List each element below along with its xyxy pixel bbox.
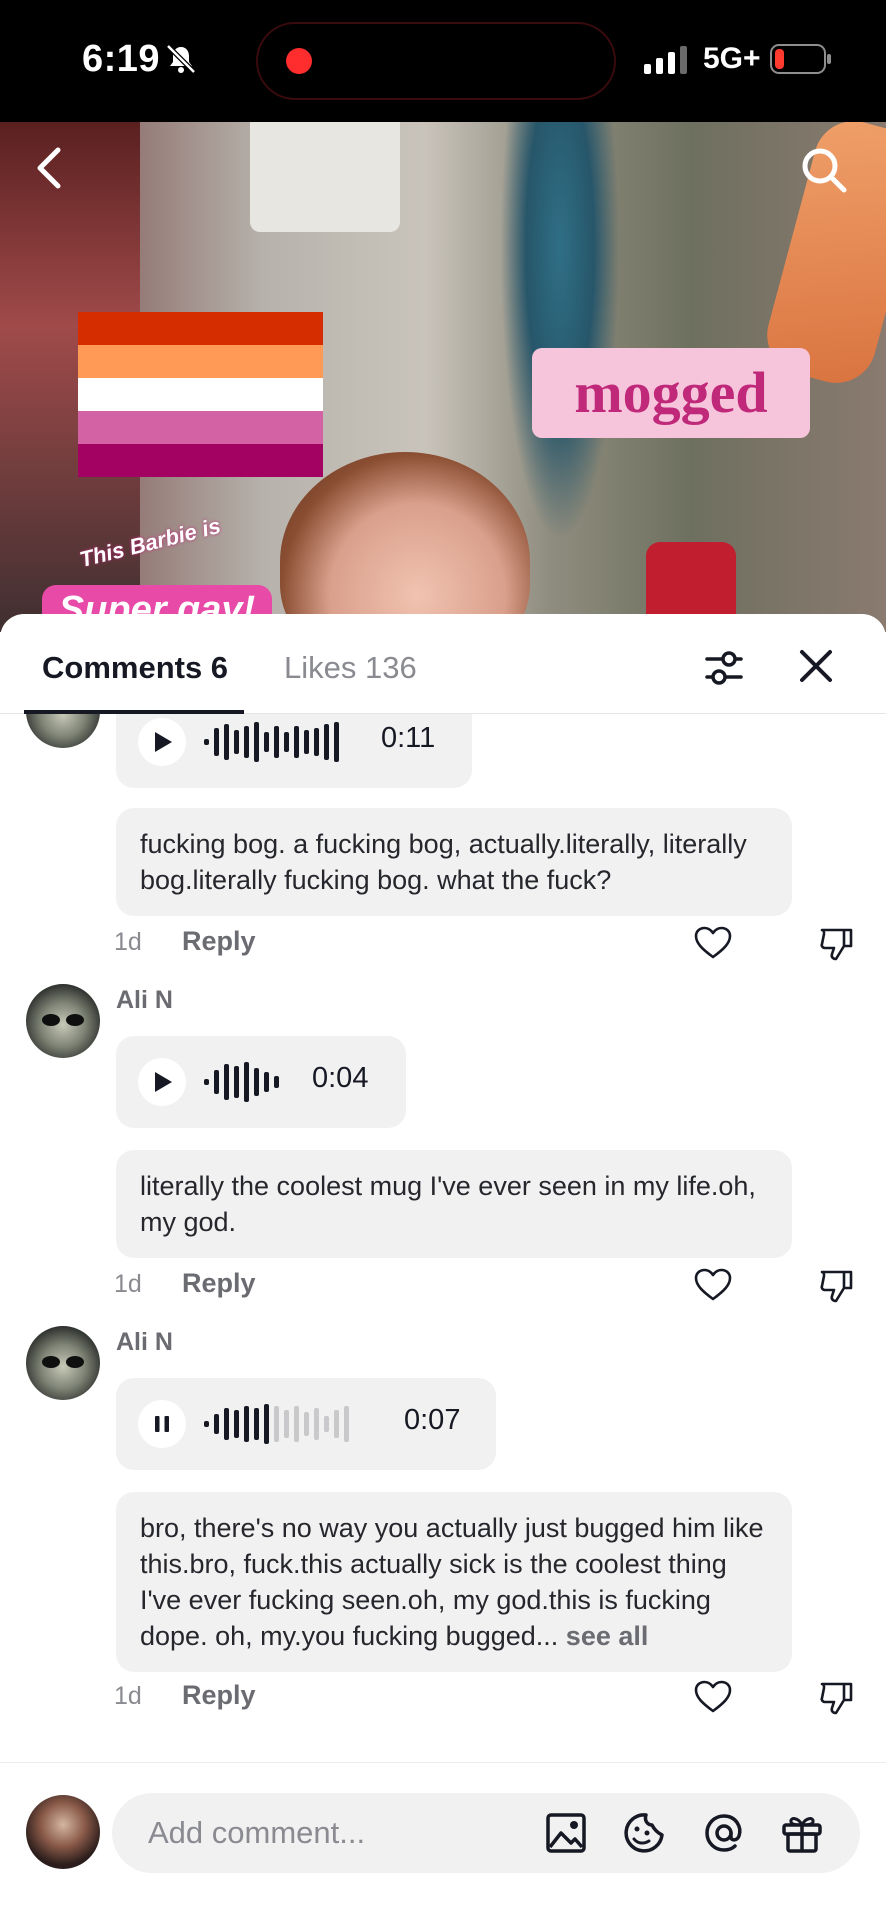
pause-icon bbox=[155, 1416, 169, 1432]
signal-icon bbox=[644, 46, 687, 74]
heart-icon[interactable] bbox=[694, 926, 732, 960]
back-chevron-icon[interactable] bbox=[30, 146, 70, 190]
flag-stripe bbox=[78, 345, 323, 378]
sheet-tabs: Comments 6 Likes 136 bbox=[0, 614, 886, 714]
avatar[interactable] bbox=[26, 714, 100, 748]
comment-meta: 1d Reply bbox=[114, 926, 256, 957]
my-avatar[interactable] bbox=[26, 1795, 100, 1869]
comment-time: 1d bbox=[114, 1270, 142, 1298]
emoji-sticker-icon[interactable] bbox=[622, 1811, 666, 1855]
comment-input[interactable]: Add comment... bbox=[112, 1793, 860, 1873]
avatar[interactable] bbox=[26, 984, 100, 1058]
gift-icon[interactable] bbox=[780, 1811, 824, 1855]
avatar-eye bbox=[66, 1014, 84, 1026]
filter-sliders-icon[interactable] bbox=[704, 648, 744, 688]
waveform bbox=[204, 1062, 279, 1102]
tab-comments[interactable]: Comments 6 bbox=[42, 650, 228, 686]
pause-button[interactable] bbox=[138, 1400, 186, 1448]
flag-stripe bbox=[78, 312, 323, 345]
lesbian-flag-sticker bbox=[78, 312, 323, 477]
comment-list[interactable]: 0:11 fucking bog. a fucking bog, actuall… bbox=[0, 714, 886, 1762]
reply-button[interactable]: Reply bbox=[182, 1268, 256, 1299]
bell-muted-icon bbox=[166, 44, 196, 74]
reply-button[interactable]: Reply bbox=[182, 926, 256, 957]
status-time: 6:19 bbox=[82, 38, 161, 80]
status-bar: 6:19 5G+ bbox=[0, 0, 886, 122]
dislike-icon[interactable] bbox=[818, 926, 854, 962]
play-icon bbox=[155, 1072, 172, 1092]
heart-icon[interactable] bbox=[694, 1680, 732, 1714]
play-button[interactable] bbox=[138, 718, 186, 766]
reply-button[interactable]: Reply bbox=[182, 1680, 256, 1711]
comment-meta: 1d Reply bbox=[114, 1680, 256, 1711]
waveform bbox=[204, 722, 339, 762]
dynamic-island bbox=[256, 22, 616, 100]
comment-transcript: fucking bog. a fucking bog, actually.lit… bbox=[116, 808, 792, 916]
comment-input-placeholder: Add comment... bbox=[148, 1815, 366, 1850]
video-person bbox=[280, 452, 530, 632]
comments-sheet: Comments 6 Likes 136 0:11 fucking bog. a… bbox=[0, 614, 886, 1920]
play-icon bbox=[155, 732, 172, 752]
comment-transcript: bro, there's no way you actually just bu… bbox=[116, 1492, 792, 1672]
tab-likes[interactable]: Likes 136 bbox=[284, 650, 417, 686]
flag-stripe bbox=[78, 411, 323, 444]
video-air-conditioner bbox=[250, 122, 400, 232]
voice-duration: 0:11 bbox=[381, 722, 436, 754]
comment-username[interactable]: Ali N bbox=[116, 1328, 173, 1357]
voice-message[interactable]: 0:11 bbox=[116, 714, 472, 788]
voice-duration: 0:07 bbox=[404, 1404, 461, 1436]
video-hanging-plant bbox=[500, 122, 620, 542]
recording-indicator bbox=[286, 48, 312, 74]
comment-username[interactable]: Ali N bbox=[116, 986, 173, 1015]
search-icon[interactable] bbox=[800, 146, 848, 194]
dislike-icon[interactable] bbox=[818, 1680, 854, 1716]
transcript-text: bro, there's no way you actually just bu… bbox=[140, 1513, 764, 1651]
mogged-sticker: mogged bbox=[532, 348, 810, 438]
dislike-icon[interactable] bbox=[818, 1268, 854, 1304]
comment-meta: 1d Reply bbox=[114, 1268, 256, 1299]
play-button[interactable] bbox=[138, 1058, 186, 1106]
see-all-link[interactable]: see all bbox=[566, 1621, 649, 1651]
battery-icon bbox=[770, 44, 831, 74]
comment-time: 1d bbox=[114, 1682, 142, 1710]
flag-stripe bbox=[78, 378, 323, 411]
flag-stripe bbox=[78, 444, 323, 477]
voice-duration: 0:04 bbox=[312, 1062, 369, 1094]
comment-time: 1d bbox=[114, 928, 142, 956]
waveform bbox=[204, 1404, 349, 1444]
avatar-eye bbox=[66, 1356, 84, 1368]
avatar[interactable] bbox=[26, 1326, 100, 1400]
avatar-eye bbox=[42, 1014, 60, 1026]
comment-transcript: literally the coolest mug I've ever seen… bbox=[116, 1150, 792, 1258]
close-icon[interactable] bbox=[798, 648, 834, 684]
heart-icon[interactable] bbox=[694, 1268, 732, 1302]
comment-composer: Add comment... bbox=[0, 1762, 886, 1920]
voice-message[interactable]: 0:04 bbox=[116, 1036, 406, 1128]
avatar-eye bbox=[42, 1356, 60, 1368]
image-icon[interactable] bbox=[544, 1811, 588, 1855]
network-label: 5G+ bbox=[703, 42, 761, 75]
voice-message[interactable]: 0:07 bbox=[116, 1378, 496, 1470]
mention-icon[interactable] bbox=[702, 1811, 746, 1855]
